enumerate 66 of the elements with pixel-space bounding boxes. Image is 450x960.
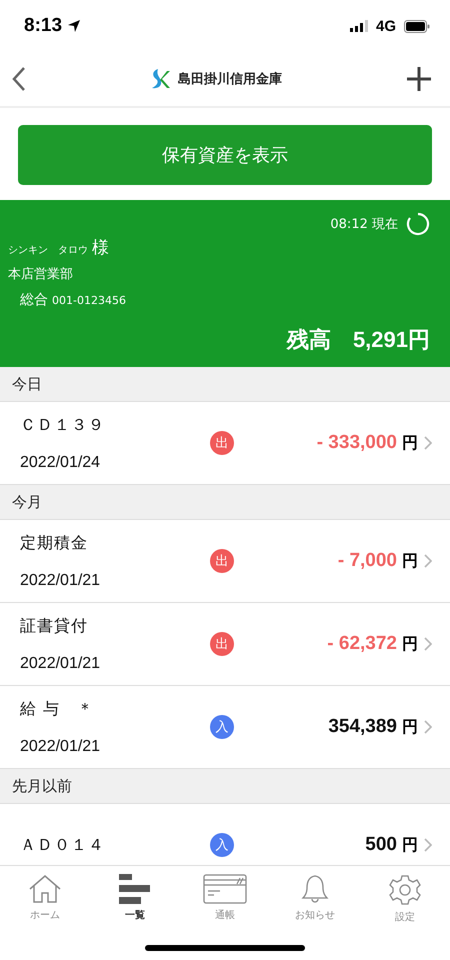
transaction-row[interactable]: 定期積金 2022/01/21 出 - 7,000 円 bbox=[0, 520, 450, 603]
transaction-amount: - 333,000 bbox=[316, 432, 397, 454]
customer-name: シンキン タロウ bbox=[8, 244, 88, 257]
transaction-description: ＡＤ０１４ bbox=[20, 834, 106, 856]
section-header: 今月 bbox=[0, 485, 450, 520]
signal-icon bbox=[350, 20, 368, 32]
balance-amount: 5,291円 bbox=[352, 326, 430, 354]
home-icon bbox=[28, 874, 62, 904]
back-icon[interactable] bbox=[12, 66, 26, 92]
chevron-right-icon bbox=[424, 436, 432, 450]
transaction-row[interactable]: 証書貸付 2022/01/21 出 - 62,372 円 bbox=[0, 603, 450, 686]
bell-icon bbox=[300, 874, 330, 904]
yen-unit: 円 bbox=[402, 634, 418, 654]
chevron-right-icon bbox=[424, 838, 432, 852]
section-header: 今日 bbox=[0, 367, 450, 402]
yen-unit: 円 bbox=[402, 432, 418, 454]
transaction-description: 証書貸付 bbox=[20, 616, 89, 636]
transaction-amount: - 7,000 bbox=[336, 550, 397, 572]
transaction-type-badge: 出 bbox=[210, 632, 234, 656]
transaction-amount: - 62,372 bbox=[326, 633, 397, 655]
tab-label: 通帳 bbox=[215, 908, 235, 922]
chevron-right-icon bbox=[424, 720, 432, 734]
logo-icon bbox=[150, 68, 172, 90]
passbook-icon bbox=[203, 874, 247, 904]
show-assets-button[interactable]: 保有資産を表示 bbox=[18, 125, 432, 185]
status-time: 8:13 bbox=[24, 15, 62, 37]
bank-name: 島田掛川信用金庫 bbox=[178, 70, 282, 88]
transaction-amount: 354,389 bbox=[327, 716, 397, 738]
transaction-description: 定期積金 bbox=[20, 532, 89, 554]
tab-label: 一覧 bbox=[125, 908, 145, 922]
tab-item[interactable]: 設定 bbox=[360, 866, 450, 936]
transaction-type-badge: 出 bbox=[210, 549, 234, 573]
account-type: 総合 bbox=[20, 291, 48, 309]
battery-icon bbox=[404, 20, 430, 32]
section-header: 先月以前 bbox=[0, 769, 450, 804]
transaction-date: 2022/01/24 bbox=[20, 454, 102, 472]
transaction-description: ＣＤ１３９ bbox=[20, 414, 106, 436]
yen-unit: 円 bbox=[402, 716, 418, 738]
balance-label: 残高 bbox=[286, 326, 331, 354]
tab-item[interactable]: 一覧 bbox=[90, 866, 180, 936]
add-icon[interactable] bbox=[406, 66, 432, 92]
tab-label: 設定 bbox=[395, 910, 415, 924]
account-number: 001-0123456 bbox=[52, 294, 126, 307]
yen-unit: 円 bbox=[402, 834, 418, 856]
transaction-date: 2022/01/21 bbox=[20, 572, 102, 590]
as-of-time: 08:12 現在 bbox=[330, 216, 398, 233]
honorific: 様 bbox=[92, 237, 109, 259]
tab-item[interactable]: 通帳 bbox=[180, 866, 270, 936]
yen-unit: 円 bbox=[402, 550, 418, 572]
list-icon bbox=[119, 874, 151, 904]
transaction-amount: 500 bbox=[364, 834, 397, 856]
refresh-icon[interactable] bbox=[406, 212, 430, 236]
chevron-right-icon bbox=[424, 554, 432, 568]
transaction-description: 給 与 ＊ bbox=[20, 698, 96, 720]
transaction-type-badge: 入 bbox=[210, 715, 234, 739]
tab-label: お知らせ bbox=[295, 909, 335, 922]
transaction-date: 2022/01/21 bbox=[20, 738, 102, 756]
location-arrow-icon bbox=[67, 19, 82, 33]
transaction-type-badge: 入 bbox=[210, 833, 234, 857]
tab-label: ホーム bbox=[30, 909, 60, 922]
settings-icon bbox=[389, 874, 421, 906]
branch-name: 本店営業部 bbox=[8, 266, 74, 283]
transaction-type-badge: 出 bbox=[210, 431, 234, 455]
network-type: 4G bbox=[376, 18, 396, 34]
transaction-date: 2022/01/21 bbox=[20, 654, 102, 672]
chevron-right-icon bbox=[424, 637, 432, 651]
